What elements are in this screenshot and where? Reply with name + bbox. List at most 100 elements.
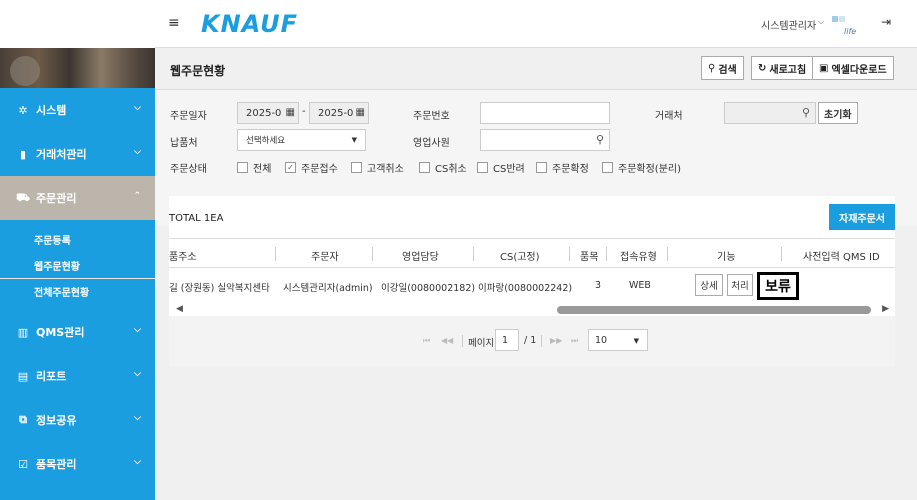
sidebar-item-label: QMS관리 [36,326,85,339]
sidebar-item-orders[interactable]: ⛟ 주문관리 ⌃ [0,176,155,220]
detail-button[interactable]: 상세 [695,274,723,296]
column-divider[interactable] [781,247,782,261]
horizontal-scrollbar[interactable]: ◀ ▶ [169,302,895,316]
column-divider[interactable] [275,247,276,261]
page-size-select[interactable]: 10 ▼ [588,329,648,351]
next-page-icon[interactable]: ▶▶ [550,336,562,345]
table-row[interactable]: 길 (장원동) 실악복지센타 시스템관리자(admin) 이강일(0080002… [169,268,895,302]
brand-logo[interactable]: KNAUF [201,10,298,38]
material-order-button[interactable]: 자재주문서 [829,204,895,230]
client-input[interactable]: ⚲ [724,102,816,124]
client-label: 거래처 [655,111,683,122]
calendar-icon[interactable]: ▦ [356,107,365,118]
column-header[interactable]: 품목 [580,248,598,263]
orders-submenu: 주문등록 웹주문현황 전체주문현황 [0,220,155,310]
pagination: ⏮ ◀◀ 페이지 1 / 1 ▶▶ ⏭ 10 ▼ [169,316,895,366]
column-divider[interactable] [606,247,607,261]
prev-page-icon[interactable]: ◀◀ [441,336,453,345]
scrollbar-thumb[interactable] [557,306,871,314]
scroll-right-arrow-icon[interactable]: ▶ [882,304,889,314]
cell-orderer: 시스템관리자(admin) [283,283,373,294]
sidebar-item-products[interactable]: ☑ 품목관리 ⌵ [0,442,155,486]
logout-icon[interactable]: ⇥ [881,15,891,29]
hamburger-menu-icon[interactable]: ≡ [168,15,180,31]
column-header[interactable]: 영업담당 [402,248,439,263]
chevron-down-icon[interactable]: ⌵ [818,17,824,27]
checkbox[interactable] [536,162,547,173]
scroll-left-arrow-icon[interactable]: ◀ [176,304,183,314]
excel-download-button[interactable]: ▣ 엑셀다운로드 [812,56,894,80]
search-icon[interactable]: ⚲ [596,133,604,146]
refresh-icon: ↻ [758,62,767,74]
cell-cs: 이파랑(0080002242) [478,283,573,294]
checkbox-checked[interactable]: ✓ [285,162,296,173]
status-checkbox-cs-reject[interactable]: CS반려 [477,160,525,175]
sidebar-item-report[interactable]: ▤ 리포트 ⌵ [0,354,155,398]
submenu-item-web-orders[interactable]: 웹주문현황 [0,252,155,278]
sidebar-item-label: 거래처관리 [36,148,87,161]
sidebar-item-qms[interactable]: ▥ QMS관리 ⌵ [0,310,155,354]
sidebar-item-label: 품목관리 [36,458,77,471]
checkbox-icon: ☑ [18,457,28,471]
submenu-item-order-register[interactable]: 주문등록 [0,226,155,252]
checkbox[interactable] [351,162,362,173]
status-checkbox-confirmed[interactable]: 주문확정 [536,160,589,175]
status-label: 주문확정(분리) [618,164,682,175]
column-divider[interactable] [473,247,474,261]
gear-icon: ✲ [18,103,28,117]
search-icon[interactable]: ⚲ [802,106,810,119]
sidebar-item-system[interactable]: ✲ 시스템 ⌵ [0,88,155,132]
delivery-select-value: 선택하세요 [246,136,286,146]
status-checkbox-cs-cancel[interactable]: CS취소 [419,160,467,175]
page-number-input[interactable]: 1 [495,329,519,351]
sales-rep-input[interactable]: ⚲ [480,129,610,151]
user-name[interactable]: 시스템관리자 [761,17,816,32]
page-title: 웹주문현황 [170,64,226,78]
status-checkbox-received[interactable]: ✓ 주문접수 [285,160,338,175]
top-bar: ≡ KNAUF 시스템관리자 ⌵ life ⇥ [155,0,917,48]
chevron-down-icon: ⌵ [134,147,141,157]
column-header[interactable]: 주문자 [311,248,339,263]
search-button[interactable]: ⚲ 검색 [701,56,744,80]
hold-button[interactable]: 보류 [757,272,799,300]
status-checkbox-confirmed-split[interactable]: 주문확정(분리) [602,160,681,175]
column-header[interactable]: CS(고정) [500,248,540,263]
column-header[interactable]: 사전입력 QMS ID [803,248,880,263]
checkbox[interactable] [477,162,488,173]
checkbox[interactable] [237,162,248,173]
refresh-button[interactable]: ↻ 새로고침 [751,56,814,80]
columns-icon: ▥ [17,325,29,339]
reset-button[interactable]: 초기화 [818,102,858,124]
column-divider[interactable] [372,247,373,261]
svg-text:life: life [844,27,856,36]
column-header[interactable]: 기능 [717,248,735,263]
checkbox[interactable] [602,162,613,173]
delivery-select[interactable]: 선택하세요 ▼ [237,129,366,151]
calendar-icon[interactable]: ▦ [286,107,295,118]
process-button[interactable]: 처리 [727,274,753,296]
status-checkbox-all[interactable]: 전체 [237,160,271,175]
first-page-icon[interactable]: ⏮ [423,336,430,346]
date-from-value: 2025-0 [246,107,282,119]
sidebar: ✲ 시스템 ⌵ ▮ 거래처관리 ⌵ ⛟ 주문관리 ⌃ 주문등록 웹주문현황 전체… [0,0,155,500]
submenu-item-all-orders[interactable]: 전체주문현황 [0,278,155,304]
column-header[interactable]: 접속유형 [620,248,657,263]
status-label: 주문확정 [552,164,589,175]
sidebar-item-clients[interactable]: ▮ 거래처관리 ⌵ [0,132,155,176]
checkbox[interactable] [419,162,430,173]
column-divider[interactable] [667,247,668,261]
date-from-input[interactable]: 2025-0 ▦ [237,102,299,124]
column-divider[interactable] [569,247,570,261]
sidebar-item-label: 시스템 [36,104,67,117]
total-count: TOTAL 1EA [169,213,224,224]
order-number-input[interactable] [480,102,610,124]
user-avatar[interactable]: life [831,12,857,38]
last-page-icon[interactable]: ⏭ [571,336,578,346]
cart-icon: ⛟ [16,190,30,204]
chevron-down-icon: ⌵ [134,457,141,467]
date-to-input[interactable]: 2025-0 ▦ [309,102,369,124]
chevron-down-icon: ⌵ [134,103,141,113]
sidebar-item-share[interactable]: ⧉ 정보공유 ⌵ [0,398,155,442]
column-header[interactable]: 품주소 [169,248,197,263]
status-checkbox-customer-cancel[interactable]: 고객취소 [351,160,404,175]
